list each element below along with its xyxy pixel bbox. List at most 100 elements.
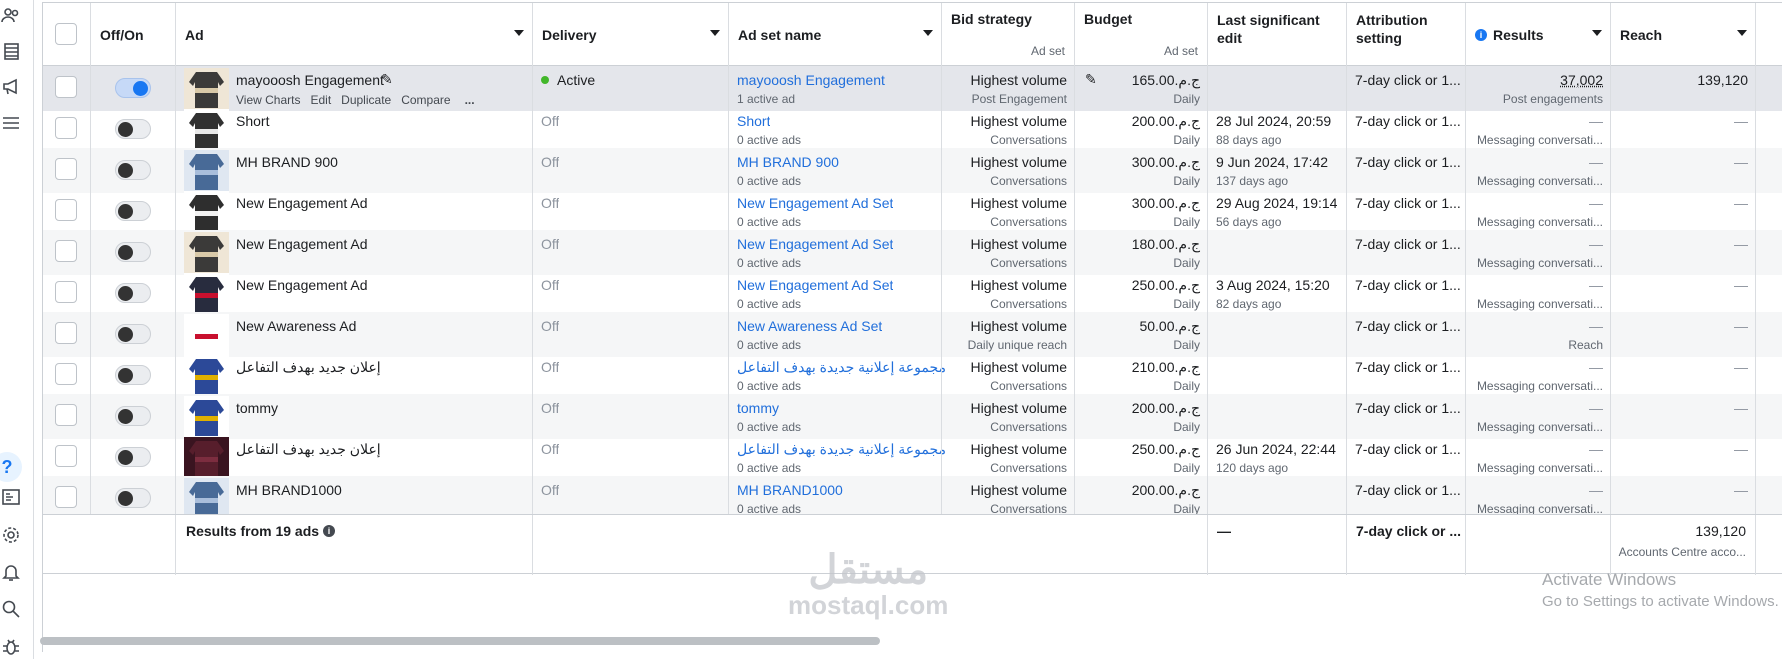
budget-cell[interactable]: ج.م.210.00 Daily xyxy=(1075,353,1208,398)
accounts-icon[interactable] xyxy=(0,4,22,26)
ad-cell[interactable]: إعلان جديد بهدف التفاعل xyxy=(176,353,533,398)
bug-report-icon[interactable] xyxy=(0,636,22,658)
adset-link[interactable]: MH BRAND1000 xyxy=(737,482,843,498)
ad-name[interactable]: MH BRAND 900 xyxy=(236,154,338,170)
table-row[interactable]: إعلان جديد بهدف التفاعل Off مجموعة إعلانية… xyxy=(43,435,1782,480)
adset-link[interactable]: mayooosh Engagement xyxy=(737,72,885,88)
ad-name[interactable]: mayooosh Engagement xyxy=(236,72,384,88)
column-header-results[interactable]: i Results xyxy=(1466,3,1611,66)
ad-cell[interactable]: New Engagement Ad xyxy=(176,189,533,234)
search-icon[interactable] xyxy=(0,598,22,620)
help-icon[interactable]: ? xyxy=(0,452,22,482)
campaigns-icon[interactable] xyxy=(0,40,22,62)
row-checkbox[interactable] xyxy=(55,240,77,262)
results-value[interactable]: 37,002 xyxy=(1560,72,1603,88)
row-checkbox[interactable] xyxy=(55,117,77,139)
row-checkbox[interactable] xyxy=(55,281,77,303)
budget-cell[interactable]: ج.م.300.00 Daily xyxy=(1075,148,1208,193)
budget-cell[interactable]: ج.م.250.00 Daily xyxy=(1075,435,1208,480)
ad-name[interactable]: tommy xyxy=(236,400,278,416)
on-off-toggle[interactable] xyxy=(115,406,151,426)
column-header-budget[interactable]: Budget Ad set xyxy=(1075,3,1208,66)
sort-caret-icon[interactable] xyxy=(710,30,720,36)
report-icon[interactable] xyxy=(0,486,22,508)
table-row[interactable]: New Engagement Ad Off New Engagement Ad Se… xyxy=(43,230,1782,275)
ad-cell[interactable]: tommy xyxy=(176,394,533,439)
ad-name[interactable]: إعلان جديد بهدف التفاعل xyxy=(236,441,381,458)
adset-link[interactable]: New Awareness Ad Set xyxy=(737,318,882,334)
budget-cell[interactable]: ج.م.300.00 Daily xyxy=(1075,189,1208,234)
edit-budget-icon[interactable]: ✎ xyxy=(1085,71,1097,88)
select-all-checkbox[interactable] xyxy=(55,23,77,45)
row-checkbox[interactable] xyxy=(55,404,77,426)
sort-caret-icon[interactable] xyxy=(923,30,933,36)
table-row[interactable]: tommy Off tommy 0 active ads Highest volume C… xyxy=(43,394,1782,439)
settings-icon[interactable] xyxy=(0,524,22,546)
ad-cell[interactable]: New Awareness Ad xyxy=(176,312,533,357)
notifications-icon[interactable] xyxy=(0,561,22,583)
row-checkbox[interactable] xyxy=(55,486,77,508)
table-row[interactable]: MH BRAND 900 Off MH BRAND 900 0 active ads H… xyxy=(43,148,1782,193)
row-checkbox[interactable] xyxy=(55,76,77,98)
column-header-adset-name[interactable]: Ad set name xyxy=(729,3,942,66)
adset-link[interactable]: New Engagement Ad Set xyxy=(737,236,893,252)
sort-caret-icon[interactable] xyxy=(1592,30,1602,36)
ad-cell[interactable]: Short xyxy=(176,107,533,152)
row-checkbox[interactable] xyxy=(55,322,77,344)
adset-link[interactable]: MH BRAND 900 xyxy=(737,154,839,170)
ad-cell[interactable]: MH BRAND 900 xyxy=(176,148,533,193)
ad-name[interactable]: New Engagement Ad xyxy=(236,277,368,293)
sort-caret-icon[interactable] xyxy=(1737,30,1747,36)
ad-name[interactable]: إعلان جديد بهدف التفاعل xyxy=(236,359,381,376)
column-header-delivery[interactable]: Delivery xyxy=(533,3,729,66)
row-checkbox[interactable] xyxy=(55,445,77,467)
action-edit[interactable]: Edit xyxy=(310,93,331,107)
on-off-toggle[interactable] xyxy=(115,324,151,344)
info-icon[interactable]: i xyxy=(323,525,335,537)
ad-cell[interactable]: New Engagement Ad xyxy=(176,230,533,275)
table-row[interactable]: إعلان جديد بهدف التفاعل Off مجموعة إعلانية… xyxy=(43,353,1782,398)
table-row[interactable]: mayooosh Engagement ✎ View Charts Edit Dupli… xyxy=(43,66,1782,111)
adset-link[interactable]: مجموعة إعلانية جديدة بهدف التفاعل xyxy=(737,441,946,458)
column-header-reach[interactable]: Reach xyxy=(1611,3,1756,66)
adset-link[interactable]: Short xyxy=(737,113,770,129)
budget-cell[interactable]: ج.م.200.00 Daily xyxy=(1075,107,1208,152)
horizontal-scrollbar[interactable] xyxy=(40,637,880,645)
table-row[interactable]: New Awareness Ad Off New Awareness Ad Set 0… xyxy=(43,312,1782,357)
row-checkbox[interactable] xyxy=(55,363,77,385)
table-row[interactable]: New Engagement Ad Off New Engagement Ad Se… xyxy=(43,271,1782,316)
more-options-icon[interactable]: ... xyxy=(465,93,475,107)
ad-cell[interactable]: mayooosh Engagement ✎ View Charts Edit Dupli… xyxy=(176,66,533,111)
megaphone-icon[interactable] xyxy=(0,75,22,97)
budget-cell[interactable]: ج.م.50.00 Daily xyxy=(1075,312,1208,357)
column-header-bid-strategy[interactable]: Bid strategy Ad set xyxy=(942,3,1075,66)
adset-link[interactable]: New Engagement Ad Set xyxy=(737,195,893,211)
budget-cell[interactable]: ج.م.200.00 Daily xyxy=(1075,394,1208,439)
ad-cell[interactable]: إعلان جديد بهدف التفاعل xyxy=(176,435,533,480)
on-off-toggle[interactable] xyxy=(115,119,151,139)
ad-name[interactable]: Short xyxy=(236,113,269,129)
pencil-icon[interactable]: ✎ xyxy=(381,71,393,88)
adset-link[interactable]: tommy xyxy=(737,400,779,416)
column-header-last-edit[interactable]: Last significant edit xyxy=(1208,3,1347,66)
ad-name[interactable]: New Engagement Ad xyxy=(236,195,368,211)
budget-cell[interactable]: ج.م.180.00 Daily xyxy=(1075,230,1208,275)
on-off-toggle[interactable] xyxy=(115,242,151,262)
action-compare[interactable]: Compare xyxy=(401,93,450,107)
action-duplicate[interactable]: Duplicate xyxy=(341,93,391,107)
info-icon[interactable]: i xyxy=(1475,28,1487,41)
table-row[interactable]: New Engagement Ad Off New Engagement Ad Se… xyxy=(43,189,1782,234)
on-off-toggle[interactable] xyxy=(115,160,151,180)
column-header-attribution[interactable]: Attribution setting xyxy=(1347,3,1466,66)
ad-name[interactable]: MH BRAND1000 xyxy=(236,482,342,498)
on-off-toggle[interactable] xyxy=(115,283,151,303)
budget-cell[interactable]: ✎ ج.م.165.00 Daily xyxy=(1075,66,1208,111)
ad-name[interactable]: New Engagement Ad xyxy=(236,236,368,252)
row-checkbox[interactable] xyxy=(55,199,77,221)
on-off-toggle[interactable] xyxy=(115,488,151,508)
on-off-toggle[interactable] xyxy=(115,201,151,221)
action-view-charts[interactable]: View Charts xyxy=(236,93,300,107)
ad-cell[interactable]: New Engagement Ad xyxy=(176,271,533,316)
ad-name[interactable]: New Awareness Ad xyxy=(236,318,356,334)
column-header-ad[interactable]: Ad xyxy=(176,3,533,66)
